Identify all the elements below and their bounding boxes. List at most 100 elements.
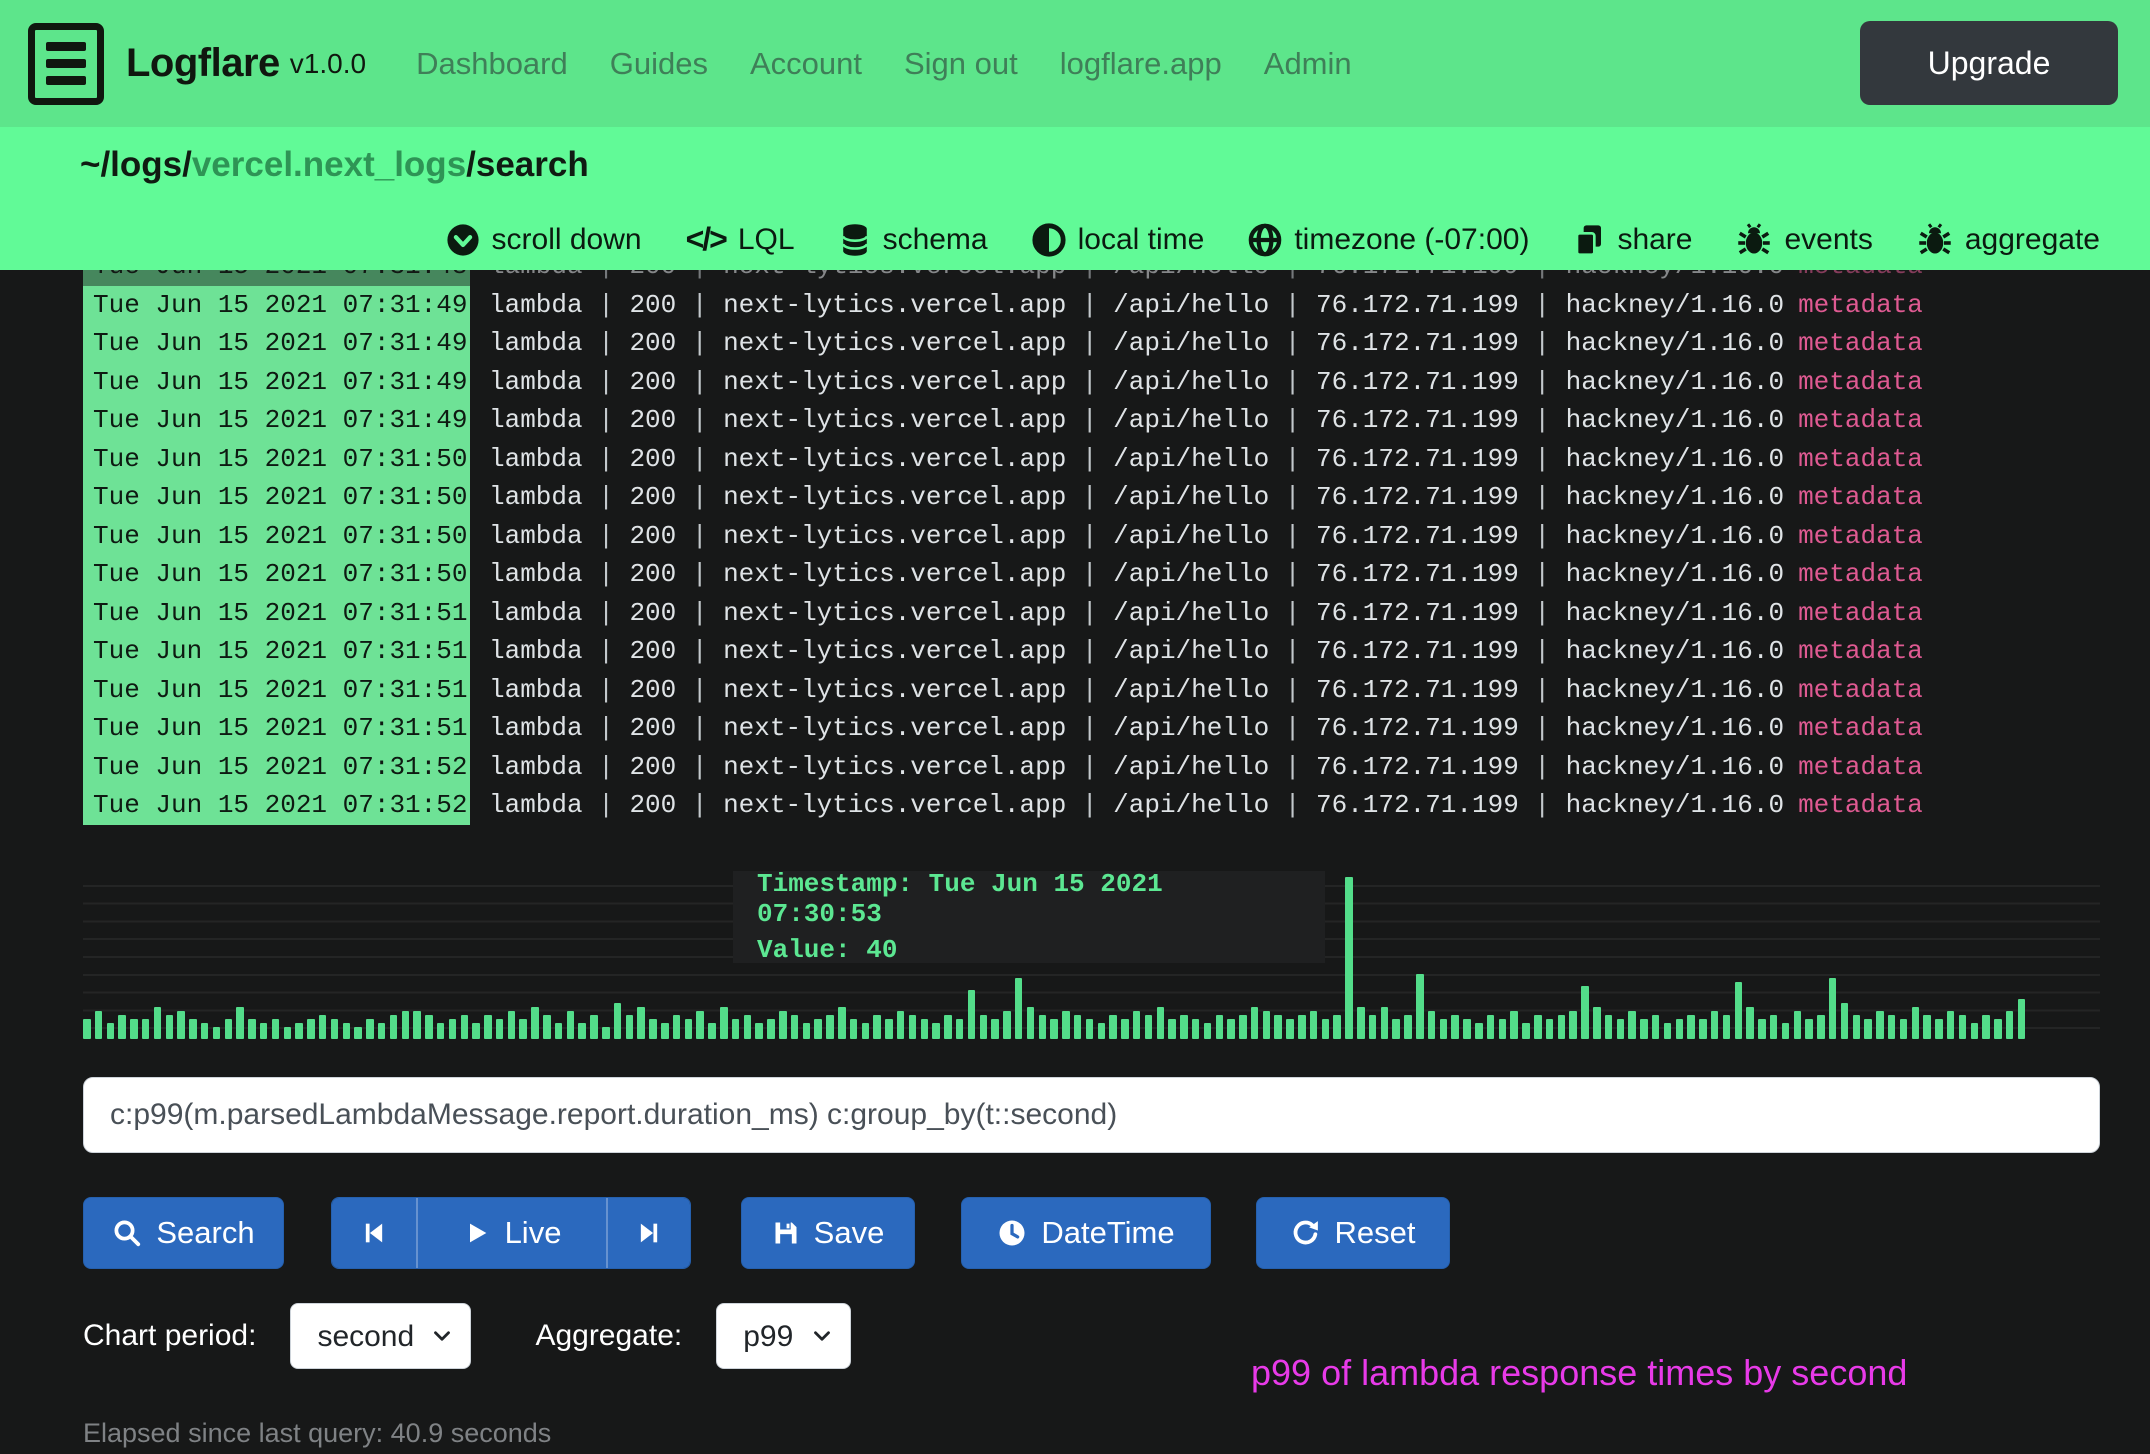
chart-bar[interactable] [1782,1023,1790,1039]
chart-bar[interactable] [991,1019,999,1039]
chart-bar[interactable] [295,1023,303,1039]
chart-bar[interactable] [130,1019,138,1039]
chart-bar[interactable] [649,1019,657,1039]
chart-bar[interactable] [1805,1019,1813,1039]
metadata-link[interactable]: metadata [1798,675,1923,705]
chart-bar[interactable] [1369,1015,1377,1039]
chart-bar[interactable] [779,1011,787,1039]
chart-bar[interactable] [107,1023,115,1039]
log-volume-chart[interactable]: Timestamp: Tue Jun 15 2021 07:30:53 Valu… [83,873,2100,1045]
chart-bar[interactable] [1853,1015,1861,1039]
nav-link-admin[interactable]: Admin [1264,46,1352,82]
chart-bar[interactable] [484,1015,492,1039]
chart-bar[interactable] [578,1023,586,1039]
chart-bar[interactable] [1333,1015,1341,1039]
chart-bar[interactable] [602,1027,610,1039]
chart-bar[interactable] [1404,1015,1412,1039]
nav-link-logflare-app[interactable]: logflare.app [1060,46,1222,82]
chart-bar[interactable] [319,1015,327,1039]
chart-bar[interactable] [284,1027,292,1039]
metadata-link[interactable]: metadata [1798,752,1923,782]
upgrade-button[interactable]: Upgrade [1860,21,2118,105]
table-row[interactable]: Tue Jun 15 2021 07:31:50 lambda | 200 | … [83,478,1923,517]
timezone-button[interactable]: timezone (-07:00) [1248,223,1529,257]
metadata-link[interactable]: metadata [1798,790,1923,820]
chart-bar[interactable] [543,1015,551,1039]
datetime-button[interactable]: DateTime [961,1197,1211,1269]
chart-bar[interactable] [1947,1011,1955,1039]
table-row[interactable]: Tue Jun 15 2021 07:31:49 lambda | 200 | … [83,363,1923,402]
chart-bar[interactable] [449,1019,457,1039]
chart-bar[interactable] [826,1015,834,1039]
chart-bar[interactable] [909,1015,917,1039]
chart-bar[interactable] [1487,1015,1495,1039]
save-button[interactable]: Save [741,1197,915,1269]
chart-bar[interactable] [1581,986,1589,1039]
local-time-toggle[interactable]: local time [1032,223,1205,257]
chart-bar[interactable] [567,1011,575,1039]
lql-button[interactable]: </> LQL [686,221,795,258]
metadata-link[interactable]: metadata [1798,367,1923,397]
chart-bar[interactable] [248,1019,256,1039]
chart-bar[interactable] [814,1019,822,1039]
chart-bar[interactable] [944,1015,952,1039]
chart-bar[interactable] [189,1019,197,1039]
table-row[interactable]: Tue Jun 15 2021 07:31:50 lambda | 200 | … [83,440,1923,479]
chart-bar[interactable] [685,1019,693,1039]
chart-bar[interactable] [1723,1015,1731,1039]
nav-link-guides[interactable]: Guides [610,46,708,82]
chart-bar[interactable] [1039,1015,1047,1039]
events-button[interactable]: events [1736,222,1872,258]
chart-bar[interactable] [1935,1019,1943,1039]
chart-bar[interactable] [862,1023,870,1039]
chart-bar[interactable] [1617,1019,1625,1039]
nav-link-sign-out[interactable]: Sign out [904,46,1018,82]
live-button[interactable]: Live [416,1198,606,1268]
chart-bar[interactable] [1192,1019,1200,1039]
chart-bar[interactable] [366,1019,374,1039]
chart-bar[interactable] [1381,1007,1389,1039]
chart-bar[interactable] [531,1007,539,1039]
chart-period-select[interactable]: second [290,1303,471,1369]
chart-bar[interactable] [437,1023,445,1039]
chart-bar[interactable] [1109,1015,1117,1039]
chart-bar[interactable] [1652,1015,1660,1039]
chart-bar[interactable] [637,1007,645,1039]
nav-link-dashboard[interactable]: Dashboard [416,46,568,82]
chart-bar[interactable] [661,1023,669,1039]
chart-bar[interactable] [260,1023,268,1039]
chart-bar[interactable] [1829,978,1837,1039]
chart-bar[interactable] [1817,1015,1825,1039]
chart-bar[interactable] [1499,1019,1507,1039]
chart-bar[interactable] [1345,877,1353,1039]
metadata-link[interactable]: metadata [1798,636,1923,666]
chart-bar[interactable] [1239,1015,1247,1039]
skip-forward-button[interactable] [606,1198,690,1268]
chart-bar[interactable] [921,1019,929,1039]
chart-bar[interactable] [1416,974,1424,1039]
chart-bar[interactable] [1086,1019,1094,1039]
chart-bar[interactable] [2006,1011,2014,1039]
chart-bar[interactable] [1876,1011,1884,1039]
nav-link-account[interactable]: Account [750,46,862,82]
chart-bar[interactable] [496,1019,504,1039]
search-button[interactable]: Search [83,1197,284,1269]
chart-bar[interactable] [1357,1007,1365,1039]
chart-bar[interactable] [1676,1019,1684,1039]
chart-bar[interactable] [614,1003,622,1039]
chart-bar[interactable] [1628,1011,1636,1039]
chart-bar[interactable] [1794,1011,1802,1039]
chart-bar[interactable] [1074,1015,1082,1039]
metadata-link[interactable]: metadata [1798,713,1923,743]
table-row[interactable]: Tue Jun 15 2021 07:31:51 lambda | 200 | … [83,671,1923,710]
chart-bar[interactable] [1180,1015,1188,1039]
chart-bar[interactable] [1971,1023,1979,1039]
chart-bar[interactable] [1286,1019,1294,1039]
chart-bar[interactable] [1534,1015,1542,1039]
chart-bar[interactable] [1711,1011,1719,1039]
table-row[interactable]: Tue Jun 15 2021 07:31:51 lambda | 200 | … [83,709,1923,748]
chart-bar[interactable] [1428,1011,1436,1039]
chart-bar[interactable] [83,1019,91,1039]
table-row[interactable]: Tue Jun 15 2021 07:31:51 lambda | 200 | … [83,594,1923,633]
reset-button[interactable]: Reset [1256,1197,1450,1269]
